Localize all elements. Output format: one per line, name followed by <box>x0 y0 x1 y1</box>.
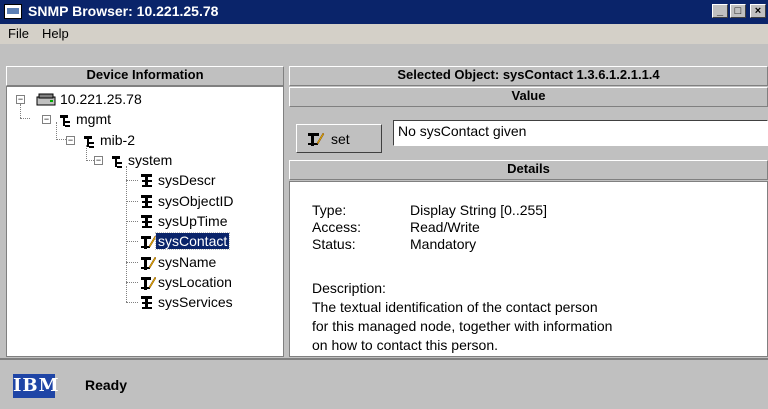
value-field[interactable]: No sysContact given <box>393 120 768 146</box>
writable-leaf-icon <box>141 276 156 290</box>
tree-line <box>126 282 138 283</box>
type-value: Display String [0..255] <box>410 202 547 218</box>
description-line: for this managed node, together with inf… <box>312 318 613 334</box>
tree-label: sysDescr <box>158 172 216 188</box>
tree-label: 10.221.25.78 <box>60 91 142 107</box>
tree-item-syslocation[interactable]: sysLocation <box>138 273 278 293</box>
readonly-leaf-icon <box>141 215 152 228</box>
tree-label: mib-2 <box>100 132 136 148</box>
access-label: Access: <box>312 219 362 235</box>
tree-line <box>126 302 138 303</box>
folder-node-icon <box>60 115 70 127</box>
tree-line <box>126 201 138 202</box>
tree-line <box>126 262 138 263</box>
window-title: SNMP Browser: 10.221.25.78 <box>28 3 219 19</box>
tree-label: mgmt <box>76 111 111 127</box>
tree-item-sysuptime[interactable]: sysUpTime <box>138 212 278 232</box>
writable-leaf-icon <box>141 256 156 270</box>
tree-label: sysLocation <box>158 274 232 290</box>
close-button[interactable]: × <box>750 4 766 18</box>
status-text: Ready <box>85 377 128 393</box>
ibm-logo: IBM <box>13 374 60 398</box>
tree-label: system <box>128 152 173 168</box>
tree-line <box>126 221 138 222</box>
status-value: Mandatory <box>410 236 477 252</box>
menu-bar: File Help <box>0 24 768 44</box>
set-button[interactable]: set <box>296 124 382 153</box>
status-label: Status: <box>312 236 356 252</box>
description-label: Description: <box>312 280 386 296</box>
description-line: The textual identification of the contac… <box>312 299 598 315</box>
tree-label: sysUpTime <box>158 213 228 229</box>
type-label: Type: <box>312 202 347 218</box>
value-header: Value <box>289 87 768 107</box>
tree-label: sysServices <box>158 294 233 310</box>
readonly-leaf-icon <box>141 174 152 187</box>
tree-line <box>126 241 138 242</box>
collapse-icon[interactable]: − <box>42 115 51 124</box>
tree-line <box>20 118 30 119</box>
set-button-label: set <box>331 131 350 147</box>
maximize-button[interactable]: □ <box>730 4 746 18</box>
folder-node-icon <box>112 156 122 168</box>
device-info-header: Device Information <box>6 66 284 86</box>
folder-node-icon <box>84 136 94 148</box>
app-icon <box>4 4 22 19</box>
tree-item-system[interactable]: − system <box>92 151 272 171</box>
details-header: Details <box>289 160 768 180</box>
readonly-leaf-icon <box>141 296 152 309</box>
tree-item-sysname[interactable]: sysName <box>138 253 278 273</box>
edit-icon <box>308 132 325 146</box>
tree-item-sysobjectid[interactable]: sysObjectID <box>138 192 278 212</box>
minimize-button[interactable]: _ <box>712 4 728 18</box>
tree-item-mgmt[interactable]: − mgmt <box>40 110 240 130</box>
status-bar: IBM Ready <box>0 358 768 409</box>
tree-item-sysdescr[interactable]: sysDescr <box>138 171 278 191</box>
tree-item-sysservices[interactable]: sysServices <box>138 293 278 313</box>
collapse-icon[interactable]: − <box>66 136 75 145</box>
title-bar: SNMP Browser: 10.221.25.78 _ □ × <box>0 0 768 24</box>
readonly-leaf-icon <box>141 195 152 208</box>
tree-label-selected: sysContact <box>154 232 231 250</box>
writable-leaf-icon <box>141 235 156 249</box>
tree-item-mib-2[interactable]: − mib-2 <box>64 131 264 151</box>
menu-file[interactable]: File <box>8 26 29 41</box>
access-value: Read/Write <box>410 219 480 235</box>
tree-label: sysName <box>158 254 217 270</box>
tree-line <box>126 180 138 181</box>
tree-label: sysObjectID <box>158 193 234 209</box>
description-line: on how to contact this person. <box>312 337 498 353</box>
collapse-icon[interactable]: − <box>16 95 25 104</box>
collapse-icon[interactable]: − <box>94 156 103 165</box>
selected-object-header: Selected Object: sysContact 1.3.6.1.2.1.… <box>289 66 768 86</box>
tree-item-syscontact[interactable]: sysContact <box>138 232 278 252</box>
menu-help[interactable]: Help <box>42 26 69 41</box>
host-icon <box>36 93 56 106</box>
tree-item-root[interactable]: − 10.221.25.78 <box>14 90 274 110</box>
